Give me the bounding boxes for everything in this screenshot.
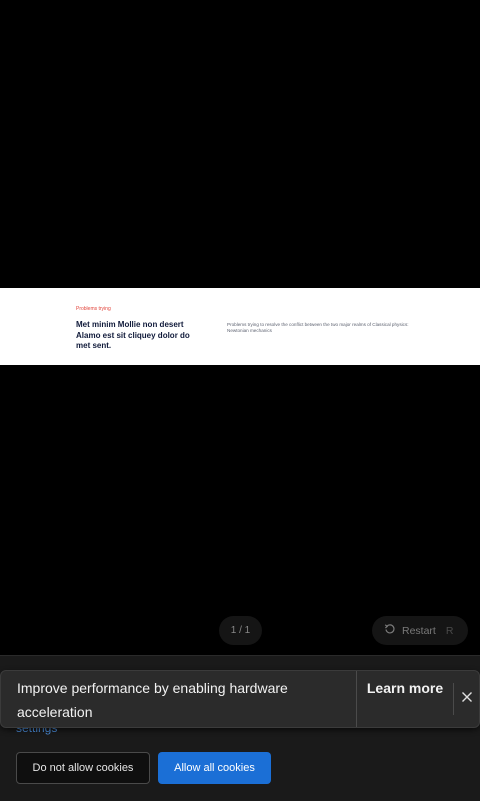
slide-heading: Met minim Mollie non desert Alamo est si… [76,320,190,350]
allow-cookies-button[interactable]: Allow all cookies [158,752,271,784]
close-icon [461,690,473,708]
restart-label: Restart [402,624,436,637]
restart-shortcut-key: R [445,624,454,637]
notification-divider [356,671,357,727]
presentation-slide: Problems trying Met minim Mollie non des… [0,288,480,365]
learn-more-button[interactable]: Learn more [358,676,452,700]
slide-eyebrow: Problems trying [76,306,111,312]
deny-cookies-button[interactable]: Do not allow cookies [16,752,150,784]
notification-divider [453,683,454,715]
slide-body-text: Problems trying to resolve the conflict … [227,322,409,333]
page-counter: 1 / 1 [219,616,262,645]
restart-button[interactable]: Restart R [372,616,468,645]
hardware-acceleration-notification: Improve performance by enabling hardware… [0,670,480,728]
restart-icon [384,623,396,638]
close-notification-button[interactable] [457,689,477,709]
notification-message: Improve performance by enabling hardware… [17,680,288,720]
